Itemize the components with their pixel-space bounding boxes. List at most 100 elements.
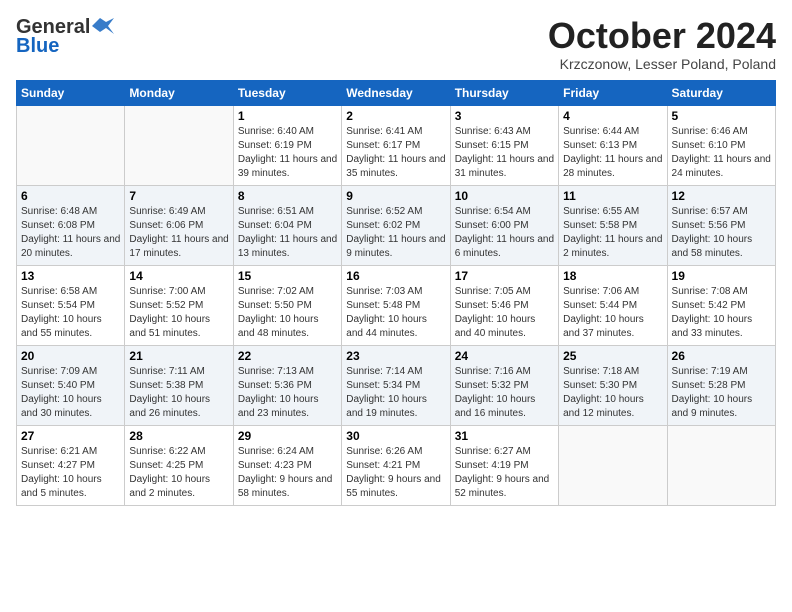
day-number: 10 <box>455 189 554 203</box>
day-number: 4 <box>563 109 662 123</box>
day-detail: Sunrise: 6:27 AM Sunset: 4:19 PM Dayligh… <box>455 445 554 501</box>
location-subtitle: Krzczonow, Lesser Poland, Poland <box>548 56 776 72</box>
day-number: 18 <box>563 269 662 283</box>
calendar-cell: 25Sunrise: 7:18 AM Sunset: 5:30 PM Dayli… <box>559 345 667 425</box>
day-detail: Sunrise: 6:48 AM Sunset: 6:08 PM Dayligh… <box>21 205 120 261</box>
day-number: 27 <box>21 429 120 443</box>
day-number: 22 <box>238 349 337 363</box>
day-detail: Sunrise: 6:41 AM Sunset: 6:17 PM Dayligh… <box>346 125 445 181</box>
day-number: 5 <box>672 109 771 123</box>
day-number: 14 <box>129 269 228 283</box>
day-number: 26 <box>672 349 771 363</box>
day-number: 30 <box>346 429 445 443</box>
calendar-cell: 19 Sunrise: 7:08 AM Sunset: 5:42 PM Dayli… <box>667 265 775 345</box>
day-detail: Sunrise: 6:49 AM Sunset: 6:06 PM Dayligh… <box>129 205 228 261</box>
calendar-cell: 21 Sunrise: 7:11 AM Sunset: 5:38 PM Dayli… <box>125 345 233 425</box>
calendar-table: SundayMondayTuesdayWednesdayThursdayFrid… <box>16 80 776 506</box>
day-detail: Sunrise: 6:57 AM Sunset: 5:56 PM Dayligh… <box>672 205 771 261</box>
day-detail: Sunrise: 7:08 AM Sunset: 5:42 PM Dayligh… <box>672 285 771 341</box>
calendar-cell: 20 Sunrise: 7:09 AM Sunset: 5:40 PM Dayli… <box>17 345 125 425</box>
header-monday: Monday <box>125 80 233 105</box>
month-title: October 2024 <box>548 16 776 56</box>
calendar-cell: 17 Sunrise: 7:05 AM Sunset: 5:46 PM Dayli… <box>450 265 558 345</box>
day-number: 23 <box>346 349 445 363</box>
day-number: 19 <box>672 269 771 283</box>
day-detail: Sunrise: 6:40 AM Sunset: 6:19 PM Dayligh… <box>238 125 337 181</box>
day-detail: Sunrise: 6:46 AM Sunset: 6:10 PM Dayligh… <box>672 125 771 181</box>
day-number: 8 <box>238 189 337 203</box>
logo-bird-icon <box>92 18 114 34</box>
day-detail: Sunrise: 7:05 AM Sunset: 5:46 PM Dayligh… <box>455 285 554 341</box>
day-detail: Sunrise: 6:54 AM Sunset: 6:00 PM Dayligh… <box>455 205 554 261</box>
calendar-cell: 16 Sunrise: 7:03 AM Sunset: 5:48 PM Dayli… <box>342 265 450 345</box>
day-number: 21 <box>129 349 228 363</box>
calendar-cell: 23 Sunrise: 7:14 AM Sunset: 5:34 PM Dayli… <box>342 345 450 425</box>
day-number: 11 <box>563 189 662 203</box>
calendar-cell: 3Sunrise: 6:43 AM Sunset: 6:15 PM Daylig… <box>450 105 558 185</box>
header-wednesday: Wednesday <box>342 80 450 105</box>
day-number: 13 <box>21 269 120 283</box>
day-detail: Sunrise: 7:03 AM Sunset: 5:48 PM Dayligh… <box>346 285 445 341</box>
calendar-cell: 24 Sunrise: 7:16 AM Sunset: 5:32 PM Dayli… <box>450 345 558 425</box>
calendar-cell <box>125 105 233 185</box>
day-number: 16 <box>346 269 445 283</box>
calendar-cell: 15 Sunrise: 7:02 AM Sunset: 5:50 PM Dayli… <box>233 265 341 345</box>
calendar-cell: 18Sunrise: 7:06 AM Sunset: 5:44 PM Dayli… <box>559 265 667 345</box>
day-number: 17 <box>455 269 554 283</box>
day-number: 7 <box>129 189 228 203</box>
day-detail: Sunrise: 6:44 AM Sunset: 6:13 PM Dayligh… <box>563 125 662 181</box>
day-detail: Sunrise: 6:26 AM Sunset: 4:21 PM Dayligh… <box>346 445 445 501</box>
calendar-header-row: SundayMondayTuesdayWednesdayThursdayFrid… <box>17 80 776 105</box>
day-detail: Sunrise: 6:52 AM Sunset: 6:02 PM Dayligh… <box>346 205 445 261</box>
calendar-cell: 5 Sunrise: 6:46 AM Sunset: 6:10 PM Daylig… <box>667 105 775 185</box>
header-sunday: Sunday <box>17 80 125 105</box>
calendar-cell: 29 Sunrise: 6:24 AM Sunset: 4:23 PM Dayli… <box>233 425 341 505</box>
calendar-week-4: 20 Sunrise: 7:09 AM Sunset: 5:40 PM Dayli… <box>17 345 776 425</box>
day-detail: Sunrise: 7:09 AM Sunset: 5:40 PM Dayligh… <box>21 365 120 421</box>
calendar-cell: 9Sunrise: 6:52 AM Sunset: 6:02 PM Daylig… <box>342 185 450 265</box>
day-detail: Sunrise: 7:11 AM Sunset: 5:38 PM Dayligh… <box>129 365 228 421</box>
day-detail: Sunrise: 7:19 AM Sunset: 5:28 PM Dayligh… <box>672 365 771 421</box>
page-header: General Blue October 2024 Krzczonow, Les… <box>16 16 776 72</box>
calendar-cell <box>559 425 667 505</box>
day-number: 3 <box>455 109 554 123</box>
day-detail: Sunrise: 6:58 AM Sunset: 5:54 PM Dayligh… <box>21 285 120 341</box>
calendar-cell: 1 Sunrise: 6:40 AM Sunset: 6:19 PM Daylig… <box>233 105 341 185</box>
header-thursday: Thursday <box>450 80 558 105</box>
calendar-week-2: 6Sunrise: 6:48 AM Sunset: 6:08 PM Daylig… <box>17 185 776 265</box>
day-detail: Sunrise: 6:24 AM Sunset: 4:23 PM Dayligh… <box>238 445 337 501</box>
day-number: 29 <box>238 429 337 443</box>
calendar-cell: 11 Sunrise: 6:55 AM Sunset: 5:58 PM Dayli… <box>559 185 667 265</box>
day-number: 31 <box>455 429 554 443</box>
day-number: 20 <box>21 349 120 363</box>
calendar-cell: 10 Sunrise: 6:54 AM Sunset: 6:00 PM Dayli… <box>450 185 558 265</box>
day-detail: Sunrise: 6:55 AM Sunset: 5:58 PM Dayligh… <box>563 205 662 261</box>
calendar-cell: 6Sunrise: 6:48 AM Sunset: 6:08 PM Daylig… <box>17 185 125 265</box>
calendar-cell: 31 Sunrise: 6:27 AM Sunset: 4:19 PM Dayli… <box>450 425 558 505</box>
day-number: 24 <box>455 349 554 363</box>
day-number: 1 <box>238 109 337 123</box>
day-number: 25 <box>563 349 662 363</box>
calendar-cell: 8Sunrise: 6:51 AM Sunset: 6:04 PM Daylig… <box>233 185 341 265</box>
day-detail: Sunrise: 7:00 AM Sunset: 5:52 PM Dayligh… <box>129 285 228 341</box>
calendar-cell: 30 Sunrise: 6:26 AM Sunset: 4:21 PM Dayli… <box>342 425 450 505</box>
day-detail: Sunrise: 7:13 AM Sunset: 5:36 PM Dayligh… <box>238 365 337 421</box>
logo: General Blue <box>16 16 114 58</box>
day-number: 2 <box>346 109 445 123</box>
calendar-cell: 12Sunrise: 6:57 AM Sunset: 5:56 PM Dayli… <box>667 185 775 265</box>
day-number: 15 <box>238 269 337 283</box>
calendar-cell: 27 Sunrise: 6:21 AM Sunset: 4:27 PM Dayli… <box>17 425 125 505</box>
logo-blue: Blue <box>16 35 59 58</box>
day-detail: Sunrise: 6:21 AM Sunset: 4:27 PM Dayligh… <box>21 445 120 501</box>
calendar-cell <box>17 105 125 185</box>
day-detail: Sunrise: 7:02 AM Sunset: 5:50 PM Dayligh… <box>238 285 337 341</box>
day-detail: Sunrise: 6:22 AM Sunset: 4:25 PM Dayligh… <box>129 445 228 501</box>
header-friday: Friday <box>559 80 667 105</box>
calendar-week-5: 27 Sunrise: 6:21 AM Sunset: 4:27 PM Dayli… <box>17 425 776 505</box>
day-detail: Sunrise: 7:14 AM Sunset: 5:34 PM Dayligh… <box>346 365 445 421</box>
title-section: October 2024 Krzczonow, Lesser Poland, P… <box>548 16 776 72</box>
header-tuesday: Tuesday <box>233 80 341 105</box>
day-detail: Sunrise: 7:16 AM Sunset: 5:32 PM Dayligh… <box>455 365 554 421</box>
calendar-cell: 22 Sunrise: 7:13 AM Sunset: 5:36 PM Dayli… <box>233 345 341 425</box>
header-saturday: Saturday <box>667 80 775 105</box>
